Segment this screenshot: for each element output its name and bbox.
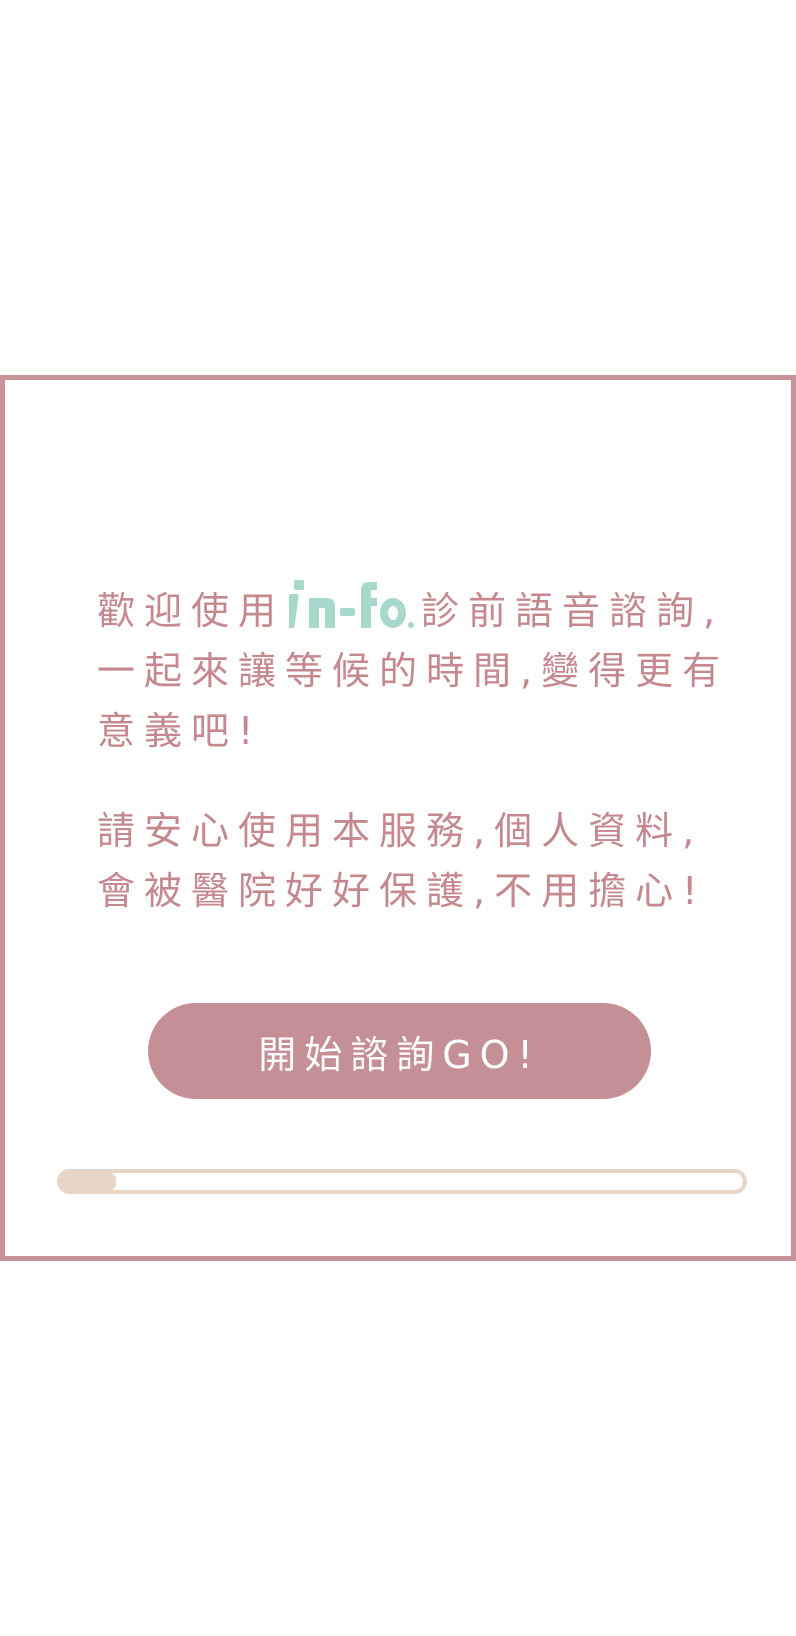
progress-bar [57, 1169, 747, 1194]
intro-text: 歡迎使用 診前語音諮詢,一起來讓等候的時間,變得更有意義吧! 請安心使用本服務,… [97, 580, 737, 921]
start-consultation-button[interactable]: 開始諮詢GO! [148, 1003, 651, 1099]
welcome-card: 歡迎使用 診前語音諮詢,一起來讓等候的時間,變得更有意義吧! 請安心使用本服務,… [0, 375, 796, 1261]
privacy-paragraph: 請安心使用本服務,個人資料,會被醫院好好保護,不用擔心! [97, 809, 707, 913]
welcome-text-before-logo: 歡迎使用 [97, 589, 286, 633]
progress-bar-fill [61, 1173, 116, 1190]
info-logo [289, 580, 415, 630]
welcome-paragraph: 歡迎使用 診前語音諮詢,一起來讓等候的時間,變得更有意義吧! [97, 580, 737, 761]
